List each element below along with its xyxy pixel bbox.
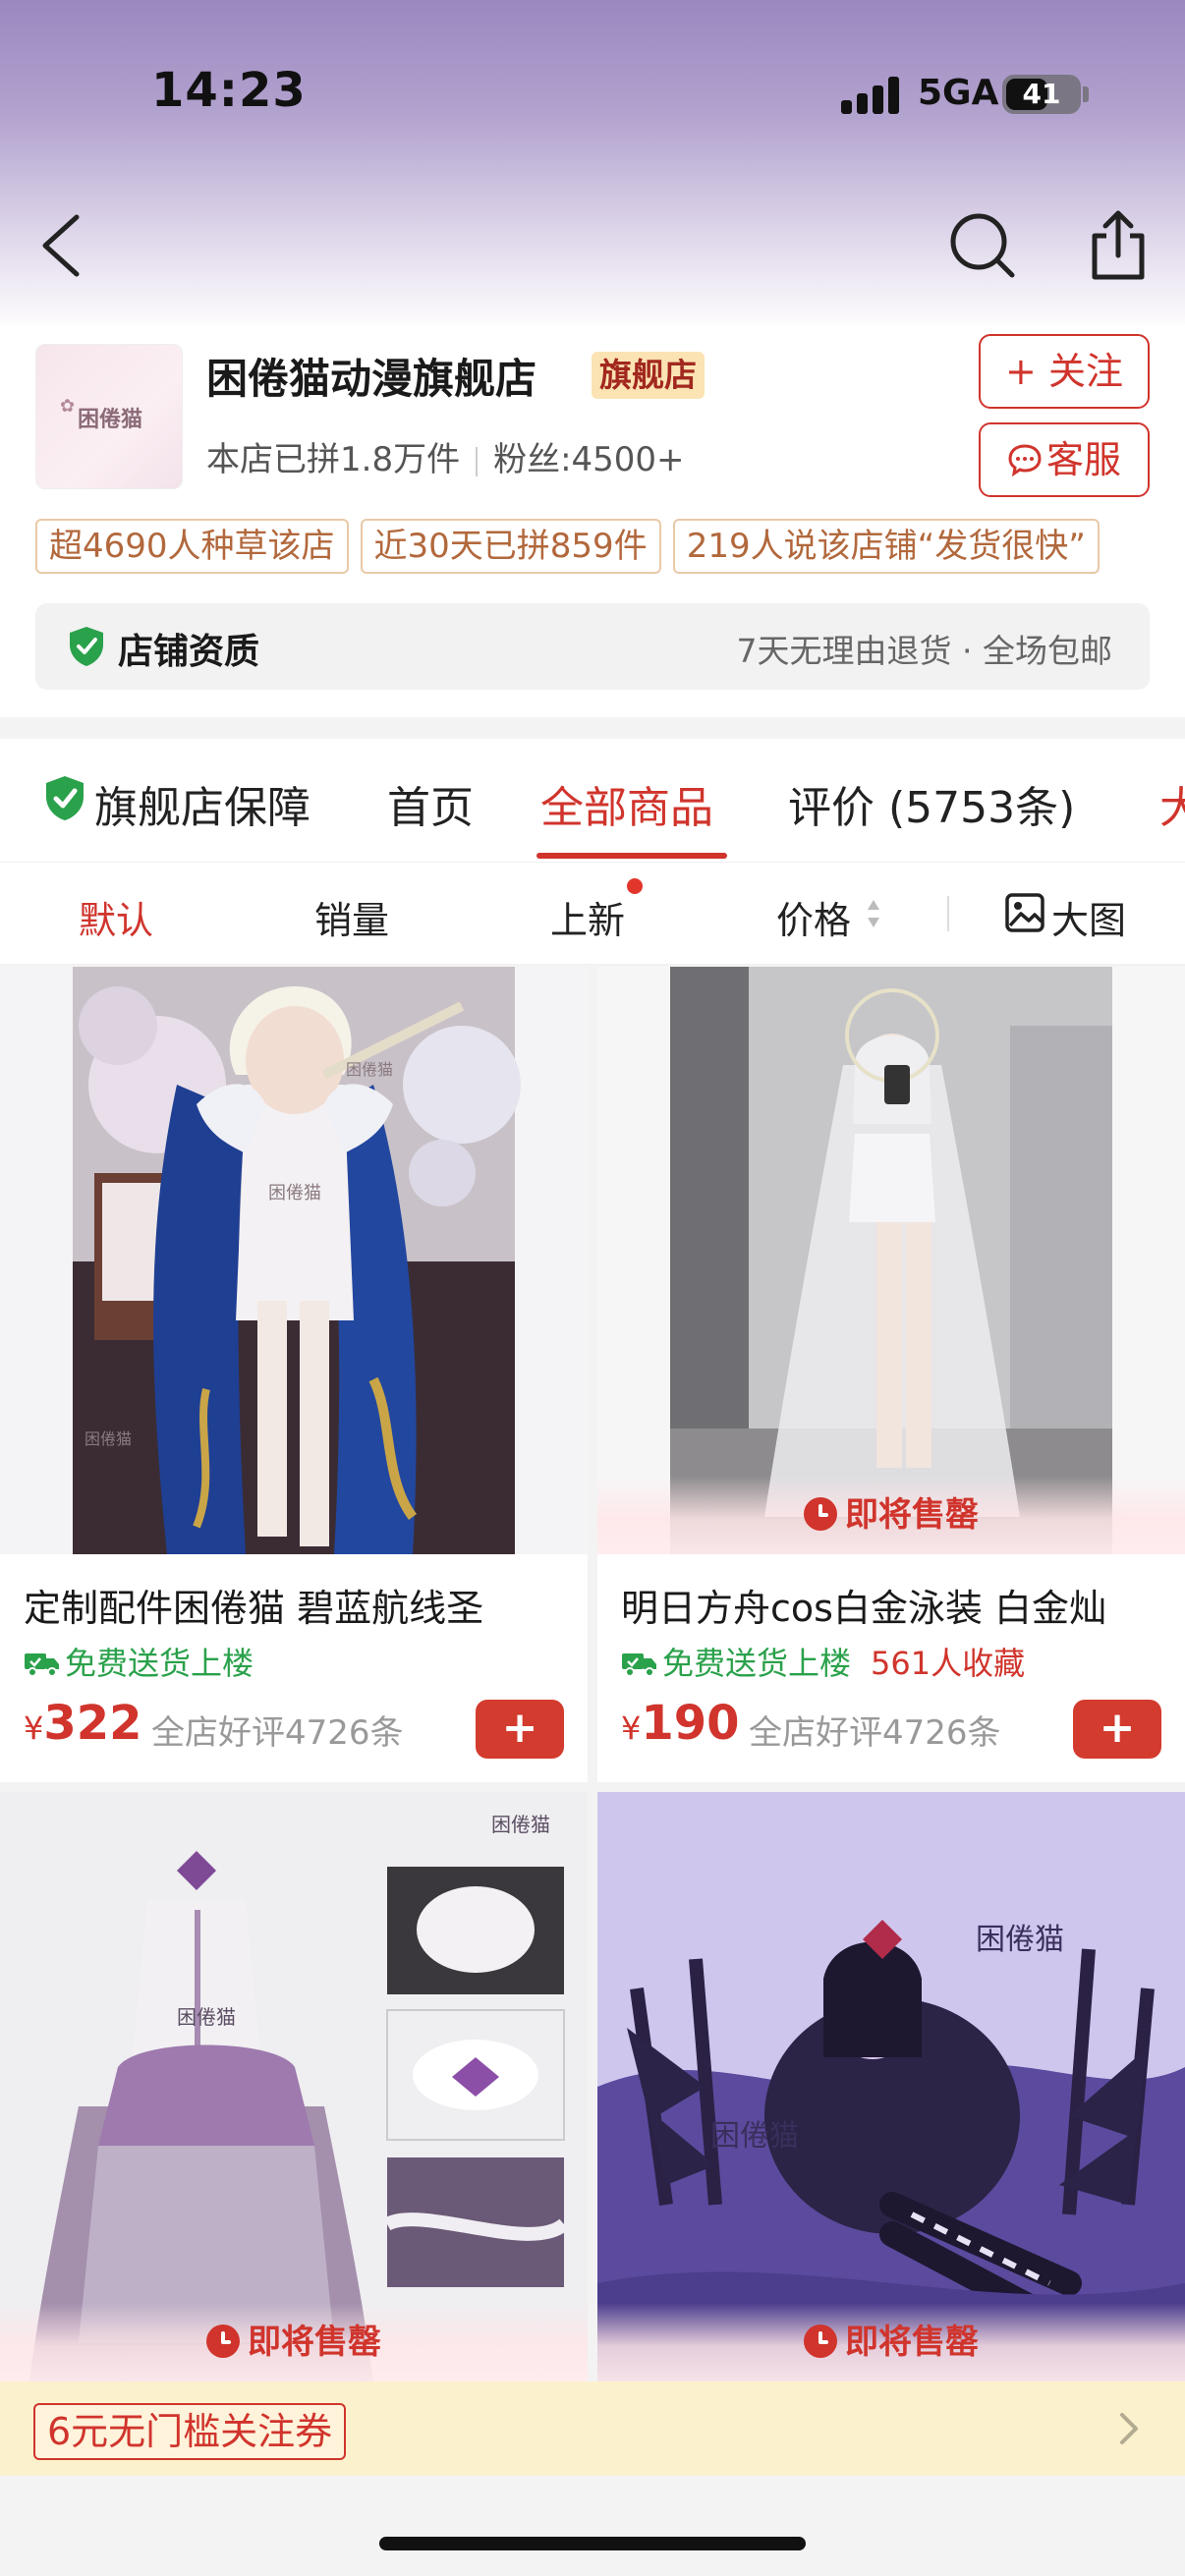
watermark: 困倦猫 [976, 1923, 1064, 1957]
watermark: 困倦猫 [177, 2005, 236, 2029]
watermark: 困倦猫 [710, 2119, 799, 2154]
truck-icon [622, 1653, 656, 1677]
chat-bubble-icon [1008, 444, 1042, 477]
store-logo[interactable]: ✿ 困倦猫 [35, 344, 183, 489]
store-name[interactable]: 困倦猫动漫旗舰店 [206, 346, 536, 406]
store-sold-count: 本店已拼1.8万件 [206, 440, 461, 479]
product-price: ¥322 [24, 1696, 142, 1751]
selling-out-banner: 即将售罄 [597, 1476, 1185, 1554]
shield-check-icon [70, 627, 103, 666]
store-tag: 超4690人种草该店 [35, 519, 349, 574]
clock-icon [804, 1497, 837, 1531]
customer-service-button[interactable]: 客服 [979, 422, 1150, 497]
add-to-cart-button[interactable]: + [1073, 1700, 1161, 1759]
selling-out-label: 即将售罄 [248, 2323, 381, 2362]
clock-icon [804, 2324, 837, 2358]
price-symbol: ¥ [621, 1709, 642, 1747]
watermark: 困倦猫 [491, 1813, 550, 1836]
coupon-label[interactable]: 6元无门槛关注券 [33, 2403, 347, 2460]
sort-new[interactable]: 上新 [550, 890, 625, 944]
store-review-count: 全店好评4726条 [749, 1713, 1001, 1753]
tab-guarantee[interactable]: 旗舰店保障 [94, 772, 310, 835]
sort-sales[interactable]: 销量 [314, 890, 389, 944]
customer-service-label: 客服 [1045, 438, 1121, 481]
follow-button[interactable]: + 关注 [979, 334, 1150, 409]
sort-arrows-icon [868, 900, 879, 927]
share-icon [1092, 210, 1145, 280]
product-card[interactable]: 困倦猫 困倦猫 即将售罄 [0, 1792, 588, 2381]
watermark: 困倦猫 [85, 1429, 132, 1448]
coupon-bar[interactable]: 6元无门槛关注券 [0, 2381, 1185, 2476]
shipping-info: 免费送货上楼 561人收藏 [621, 1639, 1025, 1684]
store-tag: 近30天已拼859件 [360, 519, 661, 574]
store-review-count: 全店好评4726条 [151, 1713, 404, 1753]
battery-icon: 41 [1002, 75, 1081, 114]
product-image[interactable] [597, 967, 1185, 1554]
share-button[interactable] [1079, 206, 1157, 285]
product-card[interactable]: 困倦猫 困倦猫 困倦猫 定制配件困倦猫 碧蓝航线圣 免费送货上楼 ¥322 全店… [0, 967, 588, 1782]
product-image[interactable]: 困倦猫 困倦猫 困倦猫 [0, 967, 588, 1554]
store-qualification-bar[interactable]: 店铺资质 7天无理由退货 · 全场包邮 [35, 603, 1150, 690]
sort-divider [947, 896, 949, 931]
store-fans: 粉丝:4500+ [493, 440, 685, 479]
clock-icon [206, 2324, 240, 2358]
store-tag: 219人说该店铺“发货很快” [672, 519, 1100, 574]
flagship-badge: 旗舰店 [592, 352, 705, 399]
shipping-label: 免费送货上楼 [662, 1645, 852, 1682]
battery-tip [1083, 86, 1089, 102]
selling-out-label: 即将售罄 [845, 2323, 979, 2362]
back-arrow-icon [42, 214, 80, 277]
add-to-cart-button[interactable]: + [476, 1700, 564, 1759]
product-card[interactable]: 困倦猫 困倦猫 即将售罄 [597, 1792, 1185, 2381]
sort-big-image[interactable]: 大图 [1051, 890, 1126, 944]
product-image[interactable]: 困倦猫 困倦猫 [597, 1792, 1185, 2381]
guarantee-shield-icon [46, 776, 84, 820]
shipping-label: 免费送货上楼 [65, 1645, 254, 1682]
product-image[interactable]: 困倦猫 困倦猫 [0, 1792, 588, 2381]
selling-out-banner: 即将售罄 [0, 2303, 588, 2381]
new-indicator-dot [627, 878, 643, 894]
watermark: 困倦猫 [268, 1183, 321, 1204]
store-tags: 超4690人种草该店 近30天已拼859件 219人说该店铺“发货很快” [35, 519, 1150, 574]
selling-out-label: 即将售罄 [845, 1495, 979, 1535]
price-symbol: ¥ [24, 1709, 44, 1747]
store-tabs: 旗舰店保障 首页 全部商品 评价 (5753条) 大 [0, 739, 1185, 863]
store-policy: 7天无理由退货 · 全场包邮 [736, 632, 1112, 670]
chevron-right-icon [1120, 2413, 1138, 2444]
sort-bar: 默认 销量 上新 价格 大图 [0, 863, 1185, 965]
qualification-title: 店铺资质 [118, 632, 260, 672]
price-value: 322 [43, 1696, 142, 1751]
favorite-count: 561人收藏 [871, 1645, 1026, 1682]
watermark: 困倦猫 [346, 1060, 393, 1079]
signal-icon [841, 77, 902, 114]
store-stats: 本店已拼1.8万件 粉丝:4500+ [206, 432, 685, 480]
search-icon [950, 213, 1015, 278]
product-card[interactable]: 即将售罄 明日方舟cos白金泳装 白金灿 免费送货上楼 561人收藏 ¥190 全… [597, 967, 1185, 1782]
search-button[interactable] [943, 206, 1022, 285]
network-type: 5GA [918, 73, 999, 113]
product-title[interactable]: 定制配件困倦猫 碧蓝航线圣 [24, 1578, 574, 1632]
active-tab-underline [536, 853, 727, 859]
tab-more[interactable]: 大 [1159, 772, 1185, 835]
sort-default[interactable]: 默认 [79, 890, 153, 944]
battery-level: 41 [1022, 78, 1061, 110]
truck-icon [25, 1653, 59, 1677]
price-value: 190 [641, 1696, 740, 1751]
section-gap [0, 717, 1185, 739]
image-icon [1005, 893, 1044, 932]
tab-reviews[interactable]: 评价 (5753条) [788, 772, 1075, 835]
store-logo-text: 困倦猫 [77, 408, 142, 432]
sort-price[interactable]: 价格 [776, 890, 851, 944]
tab-all-products[interactable]: 全部商品 [540, 772, 713, 835]
status-time: 14:23 [151, 63, 307, 118]
selling-out-banner: 即将售罄 [597, 2303, 1185, 2381]
status-bar: 14:23 5GA 41 [0, 0, 1185, 187]
stats-divider [476, 446, 479, 476]
product-price: ¥190 [621, 1696, 740, 1751]
home-indicator[interactable] [379, 2537, 806, 2550]
back-button[interactable] [29, 201, 98, 290]
tab-home[interactable]: 首页 [387, 772, 474, 835]
product-title[interactable]: 明日方舟cos白金泳装 白金灿 [621, 1578, 1171, 1632]
shipping-info: 免费送货上楼 [24, 1639, 254, 1684]
